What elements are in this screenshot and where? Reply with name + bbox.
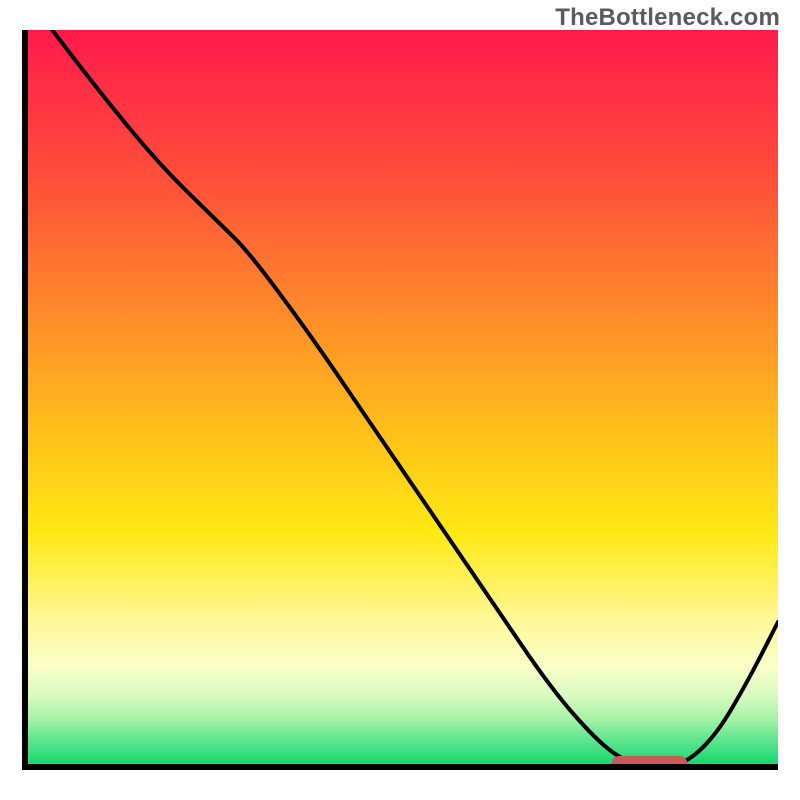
optimal-range-marker (612, 756, 688, 770)
bottleneck-line (22, 30, 778, 770)
plot-area (22, 30, 778, 770)
watermark-label: TheBottleneck.com (555, 4, 780, 32)
chart-container: TheBottleneck.com (0, 0, 800, 800)
